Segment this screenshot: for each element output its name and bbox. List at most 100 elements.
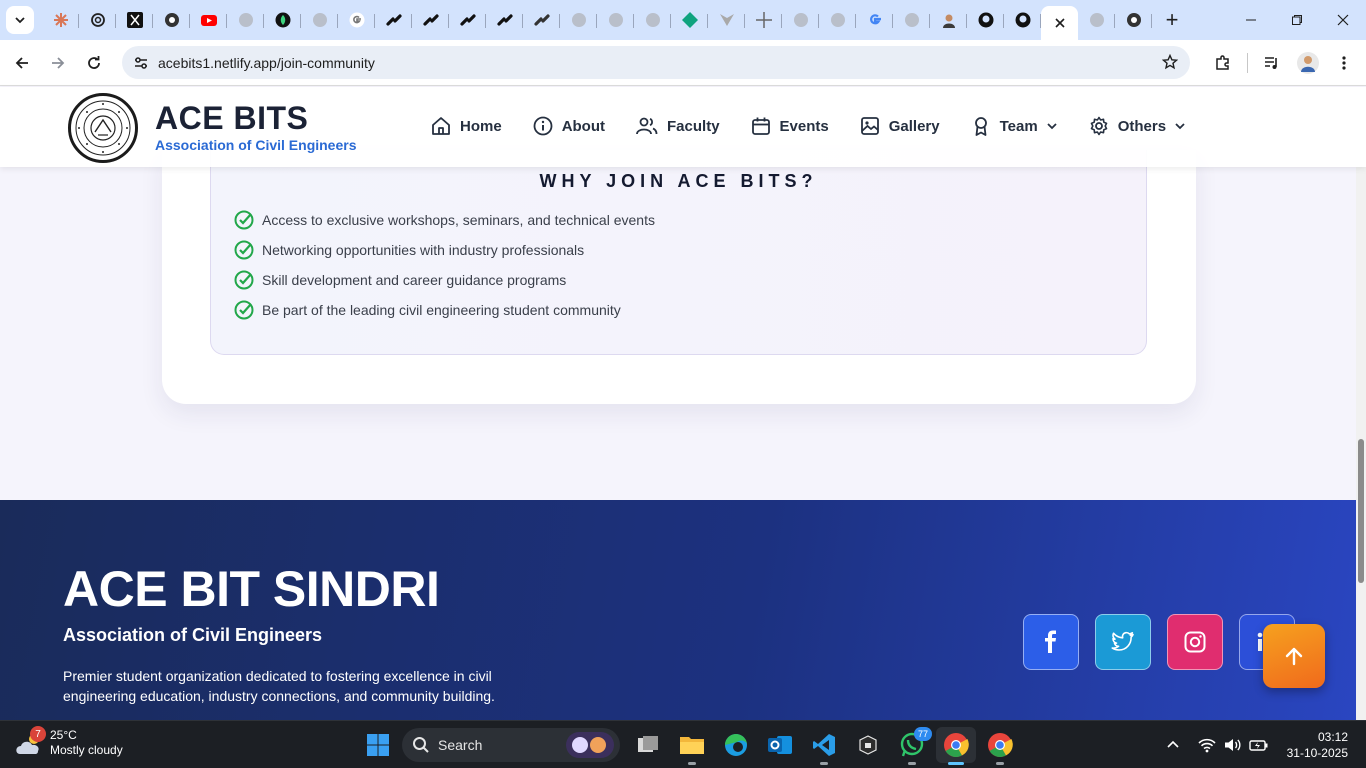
- maximize-button[interactable]: [1274, 0, 1320, 40]
- tab-blank-9[interactable]: [1078, 4, 1115, 36]
- taskbar-search[interactable]: Search: [402, 728, 620, 762]
- image-icon: [860, 117, 879, 135]
- notion-button[interactable]: [848, 727, 888, 763]
- tab-vercel-2[interactable]: [412, 4, 449, 36]
- more-vertical-icon: [1342, 56, 1346, 70]
- tab-feather[interactable]: [708, 4, 745, 36]
- tab-search-button[interactable]: [6, 6, 34, 34]
- tab-blank-7[interactable]: [819, 4, 856, 36]
- url-text[interactable]: acebits1.netlify.app/join-community: [158, 55, 375, 71]
- brand-title[interactable]: ACE BITS: [155, 100, 308, 137]
- site-info-button[interactable]: [126, 55, 156, 71]
- tab-active-close[interactable]: [1041, 6, 1078, 40]
- battery-button[interactable]: [1247, 737, 1271, 753]
- tab-vercel-3[interactable]: [449, 4, 486, 36]
- chrome-active-button[interactable]: [936, 727, 976, 765]
- nav-gallery[interactable]: Gallery: [859, 115, 940, 137]
- media-button[interactable]: [1254, 45, 1290, 81]
- gear-icon: [1090, 116, 1107, 136]
- show-hidden-icons-button[interactable]: [1161, 738, 1185, 752]
- file-explorer-button[interactable]: [672, 727, 712, 765]
- nav-team[interactable]: Team: [970, 115, 1058, 137]
- page-scrollbar[interactable]: [1356, 167, 1366, 720]
- wifi-button[interactable]: [1195, 737, 1219, 753]
- close-icon[interactable]: [1052, 15, 1068, 31]
- tab-grok[interactable]: [116, 4, 153, 36]
- tab-blank-4[interactable]: [597, 4, 634, 36]
- browser-tabstrip: +: [0, 0, 1366, 40]
- chrome-profile-button[interactable]: [980, 727, 1020, 765]
- ace-logo[interactable]: [68, 93, 138, 163]
- nav-others[interactable]: Others: [1088, 115, 1186, 137]
- scrollbar-thumb[interactable]: [1358, 439, 1364, 583]
- address-bar[interactable]: acebits1.netlify.app/join-community: [122, 46, 1190, 79]
- facebook-button[interactable]: [1023, 614, 1079, 670]
- tab-blank-1[interactable]: [227, 4, 264, 36]
- browser-toolbar: acebits1.netlify.app/join-community: [0, 40, 1366, 86]
- users-icon: [636, 117, 658, 135]
- volume-button[interactable]: [1221, 737, 1245, 753]
- scroll-to-top-button[interactable]: [1263, 624, 1325, 688]
- reload-button[interactable]: [76, 45, 112, 81]
- tab-blank-8[interactable]: [893, 4, 930, 36]
- nav-events[interactable]: Events: [750, 115, 829, 137]
- app-indicator: [688, 762, 696, 765]
- tab-diamond[interactable]: [671, 4, 708, 36]
- forward-button[interactable]: [40, 45, 76, 81]
- tab-vercel-4[interactable]: [486, 4, 523, 36]
- toolbar-right: [1205, 45, 1366, 81]
- tab-blank-5[interactable]: [634, 4, 671, 36]
- sparkle-favicon-icon: [755, 12, 772, 28]
- benefit-text: Be part of the leading civil engineering…: [262, 302, 621, 318]
- minimize-button[interactable]: [1228, 0, 1274, 40]
- close-window-button[interactable]: [1320, 0, 1366, 40]
- tab-google-1[interactable]: [338, 4, 375, 36]
- extensions-button[interactable]: [1205, 45, 1241, 81]
- tab-vercel-5[interactable]: [523, 4, 560, 36]
- tab-blank-6[interactable]: [782, 4, 819, 36]
- tab-leaf[interactable]: [264, 4, 301, 36]
- twitter-button[interactable]: [1095, 614, 1151, 670]
- nav-home-label: Home: [460, 117, 502, 135]
- vscode-button[interactable]: [804, 727, 844, 765]
- benefit-text: Skill development and career guidance pr…: [262, 272, 567, 288]
- whatsapp-button[interactable]: 77: [892, 727, 932, 765]
- tab-youtube[interactable]: [190, 4, 227, 36]
- tab-vercel-1[interactable]: [375, 4, 412, 36]
- new-tab-button[interactable]: +: [1158, 6, 1186, 34]
- tab-blank-2[interactable]: [301, 4, 338, 36]
- facebook-icon: [1045, 630, 1056, 653]
- tab-chrome-1[interactable]: [153, 4, 190, 36]
- tab-github-2[interactable]: [1004, 4, 1041, 36]
- task-view-button[interactable]: [628, 727, 668, 763]
- tab-claude[interactable]: [42, 4, 79, 36]
- edge-button[interactable]: [716, 727, 756, 763]
- tab-sparkle[interactable]: [745, 4, 782, 36]
- profile-button[interactable]: [1290, 45, 1326, 81]
- tab-chrome-2[interactable]: [1115, 4, 1152, 36]
- taskbar-clock[interactable]: 03:12 31-10-2025: [1287, 729, 1348, 761]
- instagram-button[interactable]: [1167, 614, 1223, 670]
- footer-title: ACE BIT SINDRI: [63, 561, 440, 617]
- globe-favicon-icon: [904, 13, 919, 27]
- chrome-favicon-icon: [1126, 13, 1141, 27]
- nav-faculty[interactable]: Faculty: [635, 115, 720, 137]
- start-button[interactable]: [358, 727, 398, 763]
- menu-button[interactable]: [1326, 45, 1362, 81]
- site-footer: ACE BIT SINDRI Association of Civil Engi…: [0, 500, 1366, 720]
- twitter-icon: [1111, 631, 1134, 651]
- back-button[interactable]: [4, 45, 40, 81]
- outlook-button[interactable]: [760, 727, 800, 763]
- windows-logo-icon: [367, 734, 389, 756]
- bookmark-star-icon[interactable]: [1162, 54, 1178, 70]
- tab-blank-3[interactable]: [560, 4, 597, 36]
- tab-google-2[interactable]: [856, 4, 893, 36]
- puzzle-icon: [1216, 55, 1229, 70]
- nav-home[interactable]: Home: [430, 115, 502, 137]
- tab-github-1[interactable]: [967, 4, 1004, 36]
- nav-about[interactable]: About: [532, 115, 605, 137]
- weather-widget[interactable]: 7 25°C Mostly cloudy: [14, 726, 123, 758]
- toolbar-divider: [1247, 53, 1248, 73]
- tab-avatar[interactable]: [930, 4, 967, 36]
- tab-chatgpt[interactable]: [79, 4, 116, 36]
